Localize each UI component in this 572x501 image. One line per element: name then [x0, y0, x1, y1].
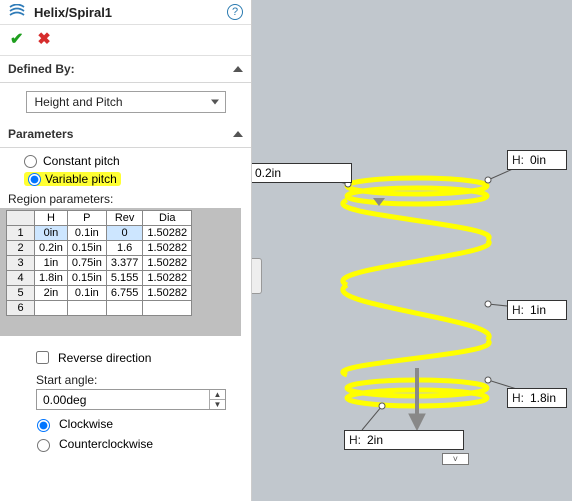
col-dia[interactable]: Dia	[143, 211, 192, 226]
feature-title: Helix/Spiral1	[34, 5, 227, 20]
chevron-down-icon[interactable]: ˅	[442, 453, 469, 465]
helix-preview	[252, 0, 572, 501]
constant-pitch-label: Constant pitch	[43, 154, 120, 168]
defined-by-select[interactable]: Height and Pitch	[26, 91, 226, 113]
reverse-direction-checkbox[interactable]	[36, 351, 49, 364]
property-panel: Helix/Spiral1 ? ✔ ✖ Defined By: Height a…	[0, 0, 252, 501]
callout-h-2[interactable]: H: 2in ˅	[344, 430, 464, 450]
graphics-viewport[interactable]: H: 0.2in H: 0in H: 1in H: 1.8in H: 2in ˅	[252, 0, 572, 501]
titlebar: Helix/Spiral1 ?	[0, 0, 251, 25]
table-row: 2 0.2in 0.15in 1.6 1.50282	[7, 241, 192, 256]
spin-up-icon[interactable]: ▲	[210, 390, 225, 400]
variable-pitch-label: Variable pitch	[45, 172, 117, 186]
col-h[interactable]: H	[35, 211, 68, 226]
panel-drag-handle[interactable]	[252, 258, 262, 294]
pitch-options: Constant pitch Variable pitch	[0, 148, 251, 188]
constant-pitch-row[interactable]: Constant pitch	[0, 152, 251, 170]
variable-pitch-radio[interactable]	[28, 173, 41, 186]
collapse-icon	[233, 66, 243, 72]
parameters-header[interactable]: Parameters	[0, 121, 251, 148]
start-angle-label: Start angle:	[12, 373, 239, 387]
callout-h-1p8[interactable]: H: 1.8in	[507, 388, 567, 408]
variable-pitch-row[interactable]: Variable pitch	[0, 170, 251, 188]
lower-options: Reverse direction Start angle: ▲ ▼ Clock…	[0, 336, 251, 464]
reverse-direction-row[interactable]: Reverse direction	[12, 348, 239, 367]
constant-pitch-radio[interactable]	[24, 155, 37, 168]
defined-by-selected: Height and Pitch	[35, 95, 123, 109]
collapse-icon	[233, 131, 243, 137]
clockwise-label: Clockwise	[59, 417, 113, 431]
callout-h-0p2[interactable]: H: 0.2in	[252, 163, 352, 183]
parameters-label: Parameters	[8, 127, 73, 141]
accept-icon[interactable]: ✔	[10, 29, 23, 49]
callout-h-0[interactable]: H: 0in	[507, 150, 567, 170]
chevron-down-icon	[373, 198, 385, 206]
defined-by-label: Defined By:	[8, 62, 75, 76]
table-row: 1 0in 0.1in 0 1.50282	[7, 226, 192, 241]
counterclockwise-label: Counterclockwise	[59, 437, 153, 451]
counterclockwise-radio[interactable]	[37, 439, 50, 452]
helix-icon	[8, 4, 26, 20]
clockwise-radio[interactable]	[37, 419, 50, 432]
table-row: 4 1.8in 0.15in 5.155 1.50282	[7, 271, 192, 286]
defined-by-header[interactable]: Defined By:	[0, 56, 251, 83]
cancel-icon[interactable]: ✖	[37, 29, 50, 49]
table-row: 5 2in 0.1in 6.755 1.50282	[7, 286, 192, 301]
clockwise-row[interactable]: Clockwise	[12, 416, 239, 432]
table-row: 3 1in 0.75in 3.377 1.50282	[7, 256, 192, 271]
reverse-direction-label: Reverse direction	[58, 351, 151, 365]
region-table[interactable]: H P Rev Dia 1 0in 0.1in 0 1.50282 2 0.2i…	[6, 210, 192, 316]
callout-h-1[interactable]: H: 1in	[507, 300, 567, 320]
region-parameters-label: Region parameters:	[0, 188, 251, 208]
actionbar: ✔ ✖	[0, 25, 251, 56]
spin-down-icon[interactable]: ▼	[210, 400, 225, 409]
counterclockwise-row[interactable]: Counterclockwise	[12, 436, 239, 452]
start-angle-input[interactable]: ▲ ▼	[36, 389, 226, 410]
col-rev[interactable]: Rev	[106, 211, 143, 226]
col-p[interactable]: P	[67, 211, 106, 226]
defined-by-body: Height and Pitch	[0, 83, 251, 121]
region-table-wrap: H P Rev Dia 1 0in 0.1in 0 1.50282 2 0.2i…	[0, 208, 241, 336]
table-row: 6	[7, 301, 192, 316]
start-angle-field[interactable]	[37, 390, 209, 409]
help-icon[interactable]: ?	[227, 4, 243, 20]
corner-cell	[7, 211, 35, 226]
